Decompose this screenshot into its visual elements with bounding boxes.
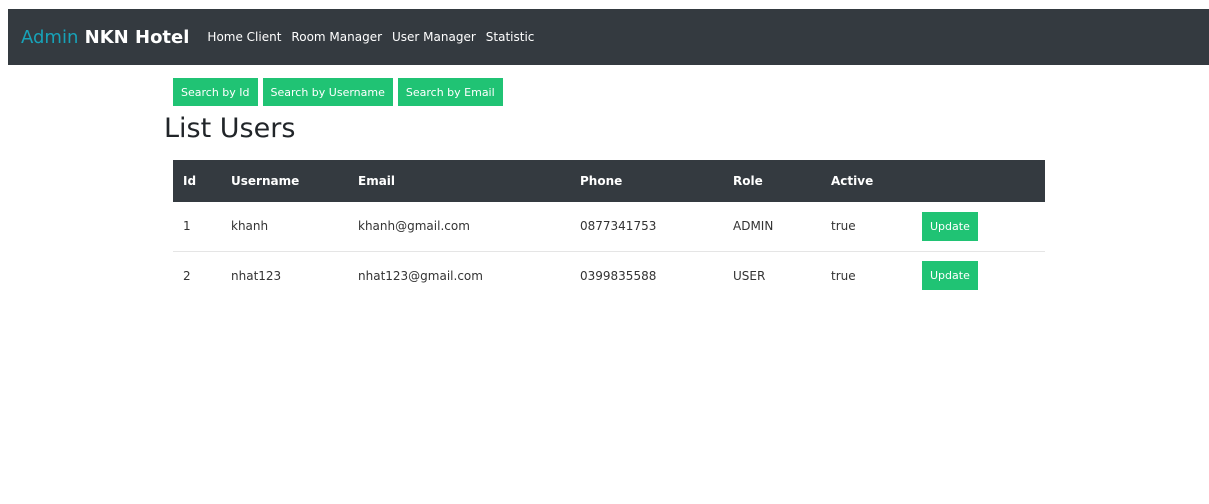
- search-by-id-button[interactable]: Search by Id: [173, 78, 258, 106]
- nav-link-room-manager[interactable]: Room Manager: [291, 30, 382, 44]
- nav-link-user-manager[interactable]: User Manager: [392, 30, 476, 44]
- cell-actions: Update: [912, 202, 1045, 252]
- header-id: Id: [183, 174, 197, 188]
- table-row: 2 nhat123 nhat123@gmail.com 0399835588 U…: [173, 251, 1045, 300]
- search-by-email-button[interactable]: Search by Email: [397, 78, 503, 106]
- cell-actions: Update: [912, 251, 1045, 300]
- update-user-button[interactable]: Update: [922, 261, 978, 291]
- header-email: Email: [358, 174, 396, 188]
- header-username: Username: [231, 174, 300, 188]
- brand-accent-text: Admin: [21, 26, 79, 48]
- search-by-username-button[interactable]: Search by Username: [262, 78, 393, 106]
- header-role: Role: [733, 174, 763, 188]
- cell-phone: 0399835588: [580, 268, 657, 283]
- page-title: List Users: [164, 113, 296, 144]
- cell-email: nhat123@gmail.com: [358, 268, 483, 283]
- cell-role: ADMIN: [723, 202, 821, 252]
- table-row: 1 khanh khanh@gmail.com 0877341753 ADMIN…: [173, 202, 1045, 252]
- cell-id: 2: [183, 268, 191, 283]
- brand-logo[interactable]: Admin NKN Hotel: [21, 27, 189, 48]
- cell-active: true: [821, 202, 912, 252]
- nav-link-home-client[interactable]: Home Client: [207, 30, 281, 44]
- cell-id: 1: [173, 202, 221, 252]
- cell-username: nhat123: [231, 268, 282, 283]
- table-header-row: Id Username Email Phone Role Active: [173, 160, 1045, 202]
- nav-links: Home Client Room Manager User Manager St…: [207, 30, 544, 44]
- users-table: Id Username Email Phone Role Active 1 kh…: [173, 160, 1045, 300]
- cell-username: khanh: [221, 202, 348, 252]
- nav-link-statistic[interactable]: Statistic: [486, 30, 535, 44]
- header-actions: [912, 160, 1045, 202]
- cell-active: true: [831, 268, 856, 283]
- header-active: Active: [831, 174, 874, 188]
- cell-role: USER: [733, 268, 766, 283]
- cell-phone: 0877341753: [570, 202, 723, 252]
- cell-email: khanh@gmail.com: [348, 202, 570, 252]
- search-buttons: Search by Id Search by Username Search b…: [173, 78, 508, 106]
- header-phone: Phone: [580, 174, 623, 188]
- brand-main-text: NKN Hotel: [84, 26, 190, 48]
- top-navbar: Admin NKN Hotel Home Client Room Manager…: [8, 9, 1209, 65]
- update-user-button[interactable]: Update: [922, 211, 978, 241]
